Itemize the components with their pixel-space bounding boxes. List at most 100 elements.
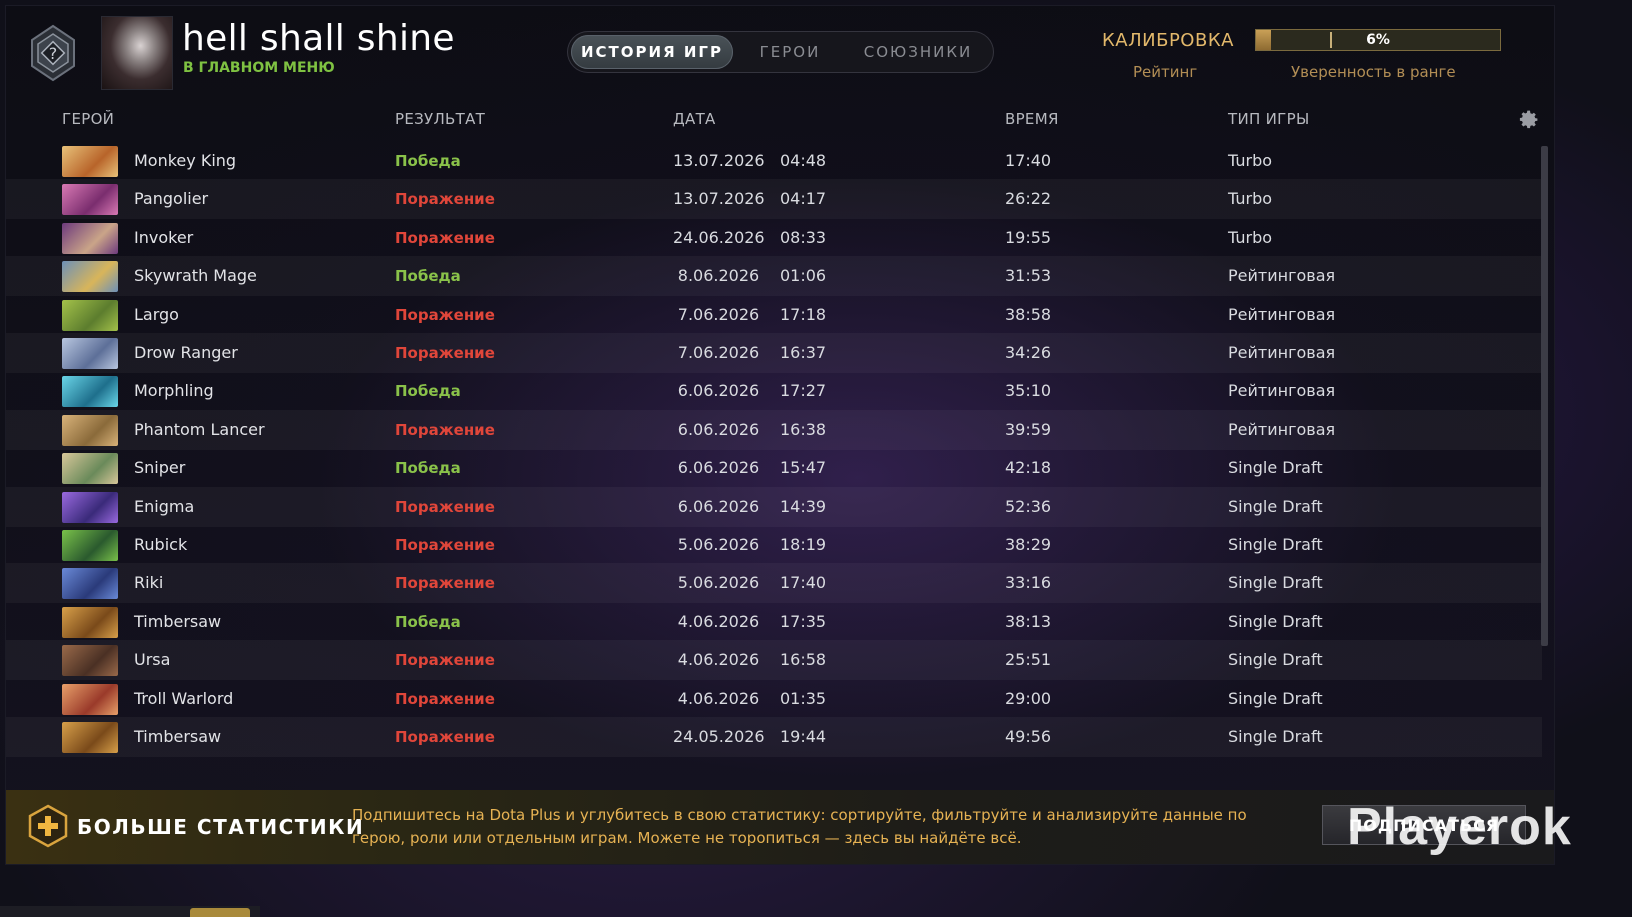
match-duration: 25:51 [1005,650,1052,670]
match-time: 15:47 [780,458,827,478]
dota-plus-banner: БОЛЬШЕ СТАТИСТИКИ Подпишитесь на Dota Pl… [6,790,1554,864]
match-game-type: Single Draft [1228,611,1323,631]
match-result: Поражение [395,651,495,670]
match-date: 8.06.2026 [677,266,760,286]
hero-portrait-icon [62,568,118,600]
match-duration: 29:00 [1005,688,1052,708]
match-duration: 19:55 [1005,227,1052,247]
match-time: 04:17 [780,189,827,209]
match-result: Поражение [395,344,495,362]
table-row[interactable]: Monkey King Победа 13.07.2026 04:48 17:40 Tur… [6,141,1542,181]
tab-match-history[interactable]: ИСТОРИЯ ИГР [571,35,733,69]
hero-name: Skywrath Mage [134,266,257,286]
hero-name: Troll Warlord [134,688,234,708]
table-row[interactable]: Troll Warlord Поражение 4.06.2026 01:35 29:0… [6,679,1542,719]
match-game-type: Single Draft [1228,573,1323,593]
match-history-table: Monkey King Победа 13.07.2026 04:48 17:40 Tur… [6,141,1548,785]
match-duration: 35:10 [1005,381,1052,401]
rank-confidence-bar: 6% [1255,29,1501,51]
table-row[interactable]: Skywrath Mage Победа 8.06.2026 01:06 31:53 Ре… [6,256,1542,297]
match-result: Поражение [395,728,495,746]
match-duration: 52:36 [1005,496,1052,516]
banner-text: Подпишитесь на Dota Plus и углубитесь в … [352,806,1247,847]
table-row[interactable]: Drow Ranger Поражение 7.06.2026 16:37 34:26 Р… [6,333,1542,373]
table-row[interactable]: Timbersaw Победа 4.06.2026 17:35 38:13 Single… [6,602,1542,642]
table-row[interactable]: Enigma Поражение 6.06.2026 14:39 52:36 Single… [6,486,1542,527]
match-game-type: Single Draft [1228,496,1323,516]
player-name: hell shall shine [182,18,455,59]
hero-portrait-icon [62,530,118,561]
match-time: 17:35 [780,611,827,631]
tab-allies[interactable]: СОЮЗНИКИ [847,35,989,69]
match-result: Поражение [395,190,495,209]
match-duration: 26:22 [1005,189,1052,209]
match-game-type: Single Draft [1228,535,1323,554]
match-game-type: Рейтинговая [1228,343,1336,362]
column-header-date: ДАТА [673,110,716,128]
tab-heroes[interactable]: ГЕРОИ [737,35,843,69]
hero-portrait-icon [62,222,118,254]
column-header-hero: ГЕРОЙ [62,110,115,128]
match-time: 16:58 [780,650,827,670]
match-time: 17:40 [780,573,827,593]
scrollbar[interactable] [1541,146,1548,646]
hero-portrait-icon [62,414,118,446]
match-result: Поражение [395,574,495,593]
match-date: 5.06.2026 [677,535,760,554]
table-row[interactable]: Riki Поражение 5.06.2026 17:40 33:16 Single D… [6,563,1542,604]
match-time: 17:27 [780,381,827,401]
match-game-type: Рейтинговая [1228,419,1336,439]
match-result: Поражение [395,305,495,324]
match-duration: 39:59 [1005,419,1052,439]
column-header-duration: ВРЕМЯ [1005,110,1059,128]
table-row[interactable]: Ursa Поражение 4.06.2026 16:58 25:51 Single D… [6,640,1542,681]
match-time: 01:06 [780,266,827,286]
table-row[interactable]: Timbersaw Поражение 24.05.2026 19:44 49:56 Si… [6,717,1542,757]
match-result: Победа [395,382,461,401]
gear-icon[interactable] [1516,108,1540,132]
match-result: Поражение [395,536,495,554]
hero-name: Timbersaw [134,611,222,631]
table-row[interactable]: Invoker Поражение 24.06.2026 08:33 19:55 Turb… [6,218,1542,258]
hero-portrait-icon [62,645,118,677]
match-duration: 31:53 [1005,266,1052,286]
calibration-title: КАЛИБРОВКА [1102,30,1234,51]
table-row[interactable]: Sniper Победа 6.06.2026 15:47 42:18 Single Dr… [6,448,1542,488]
table-row[interactable]: Largo Поражение 7.06.2026 17:18 38:58 Рейтинг… [6,295,1542,335]
match-result: Поражение [395,228,495,247]
avatar[interactable] [101,16,173,90]
match-game-type: Single Draft [1228,458,1323,478]
bottom-bar-chip [190,908,250,917]
match-duration: 49:56 [1005,727,1052,746]
match-result: Победа [395,152,461,170]
hero-portrait-icon [62,146,118,177]
match-time: 01:35 [780,688,827,708]
match-result: Победа [395,267,461,286]
match-duration: 38:29 [1005,535,1052,554]
table-row[interactable]: Pangolier Поражение 13.07.2026 04:17 26:22 Tu… [6,179,1542,220]
table-row[interactable]: Morphling Победа 6.06.2026 17:27 35:10 Рейтин… [6,371,1542,411]
column-header-result: РЕЗУЛЬТАТ [395,110,486,128]
table-row[interactable]: Phantom Lancer Поражение 6.06.2026 16:38 39:… [6,409,1542,450]
player-status: В ГЛАВНОМ МЕНЮ [183,60,335,76]
hero-name: Phantom Lancer [134,419,265,439]
hero-portrait-icon [62,184,118,216]
hero-name: Monkey King [134,151,237,170]
match-date: 6.06.2026 [677,419,760,439]
match-date: 4.06.2026 [677,650,760,670]
hero-name: Enigma [134,496,195,516]
match-date: 7.06.2026 [677,343,760,362]
match-date: 4.06.2026 [677,611,760,631]
match-date: 13.07.2026 [673,189,765,209]
hero-name: Invoker [134,227,194,247]
table-row[interactable]: Rubick Поражение 5.06.2026 18:19 38:29 Single… [6,525,1542,565]
hero-name: Riki [134,573,164,593]
dota-plus-icon [28,804,68,848]
match-time: 16:38 [780,419,827,439]
match-date: 24.06.2026 [673,227,765,247]
confidence-label: Уверенность в ранге [1291,63,1456,81]
match-duration: 38:58 [1005,304,1052,324]
match-time: 18:19 [780,535,827,554]
watermark: Playerok [1347,798,1572,856]
match-result: Поражение [395,420,495,439]
